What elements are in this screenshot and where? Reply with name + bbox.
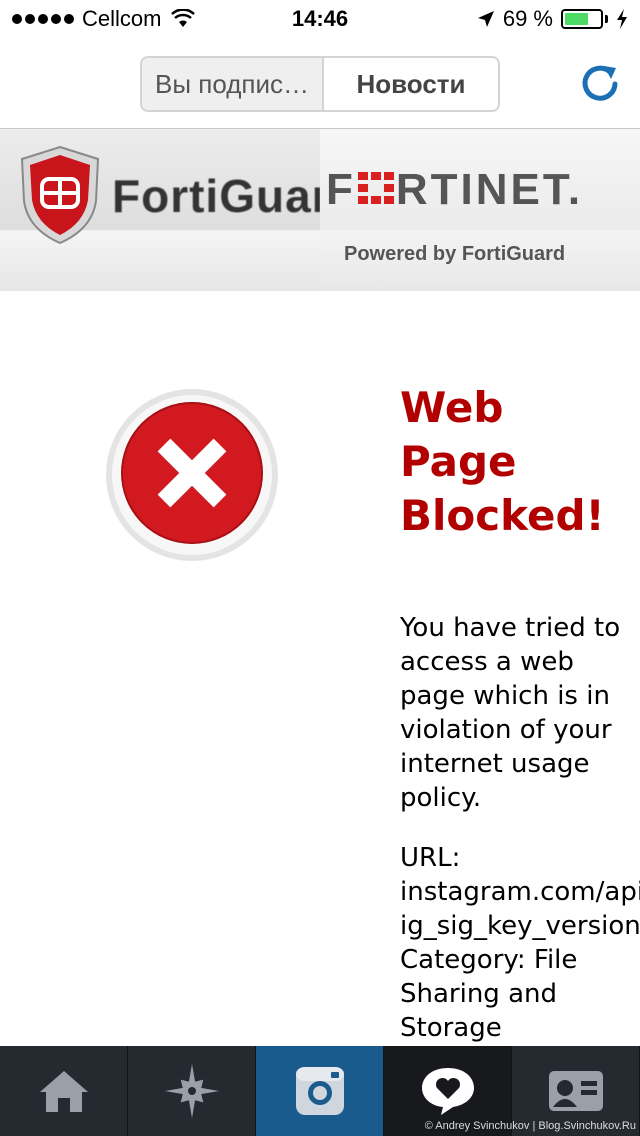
fortinet-logo-prefix: F	[326, 165, 356, 214]
header: Вы подпис… Новости	[0, 42, 640, 129]
camera-icon	[295, 1067, 344, 1115]
segment-news[interactable]: Новости	[322, 56, 500, 112]
battery-icon	[561, 9, 603, 29]
heading-line-3: Blocked!	[400, 491, 605, 540]
fortinet-logo-suffix: RTINET.	[395, 165, 584, 214]
heart-bubble-icon	[421, 1068, 474, 1115]
feed-segmented-control: Вы подпис… Новости	[140, 56, 500, 112]
tab-home[interactable]	[0, 1046, 128, 1136]
status-bar: Cellcom 14:46 69 %	[0, 0, 640, 42]
explore-star-icon	[164, 1064, 219, 1118]
photo-watermark: © Andrey Svinchukov | Blog.Svinchukov.Ru	[424, 1120, 636, 1132]
battery-cap	[605, 15, 608, 23]
url-value-line-1: instagram.com/api	[400, 877, 640, 907]
block-details: URL: instagram.com/api ig_sig_key_versio…	[400, 841, 640, 1045]
category-line-2: Sharing and	[400, 979, 557, 1009]
status-right: 69 %	[477, 6, 628, 32]
fortiguard-shield-logo	[20, 145, 100, 245]
url-label: URL:	[400, 843, 461, 873]
error-x-icon	[106, 389, 278, 561]
fortiguard-wordmark: FortiGuard	[112, 170, 320, 222]
category-line-1: Category: File	[400, 945, 578, 975]
heading-line-2: Page	[400, 437, 517, 486]
fortiguard-banner: FortiGuard F RTINET. Powered by FortiGua…	[0, 129, 640, 291]
url-value-line-2: ig_sig_key_version	[400, 911, 640, 941]
home-icon	[39, 1071, 88, 1112]
fortinet-o-glyph	[357, 172, 394, 204]
tab-bar: © Andrey Svinchukov | Blog.Svinchukov.Ru	[0, 1046, 640, 1136]
tab-camera[interactable]	[256, 1046, 384, 1136]
battery-percent: 69 %	[502, 6, 553, 31]
refresh-icon[interactable]	[578, 62, 622, 106]
battery-level	[565, 13, 588, 25]
heading-line-1: Web	[400, 383, 504, 432]
segment-following[interactable]: Вы подпис…	[140, 56, 322, 112]
powered-by-text: Powered by FortiGuard	[344, 243, 566, 265]
location-arrow-icon	[477, 11, 494, 27]
banner-left: FortiGuard	[0, 129, 320, 291]
block-message: You have tried to access a web page whic…	[400, 613, 621, 813]
blocked-page-content: Web Page Blocked! You have tried to acce…	[0, 291, 640, 1046]
page-blocked-heading: Web Page Blocked!	[400, 381, 640, 543]
profile-card-icon	[548, 1071, 603, 1111]
charging-bolt-icon	[617, 9, 627, 29]
fortinet-logo: F RTINET.	[326, 165, 583, 215]
category-line-3: Storage	[400, 1013, 502, 1043]
tab-explore[interactable]	[128, 1046, 256, 1136]
